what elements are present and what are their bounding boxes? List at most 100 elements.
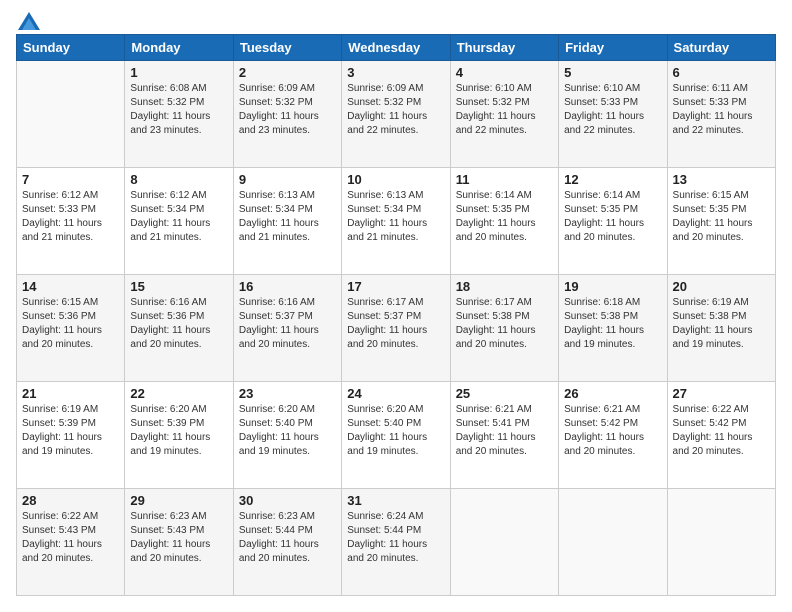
calendar-day-header: Saturday	[667, 35, 775, 61]
day-info: Sunrise: 6:08 AM Sunset: 5:32 PM Dayligh…	[130, 82, 227, 138]
day-number: 10	[347, 172, 444, 187]
calendar-day-cell: 20 Sunrise: 6:19 AM Sunset: 5:38 PM Dayli…	[667, 275, 775, 382]
calendar-day-cell	[559, 489, 667, 596]
day-info: Sunrise: 6:15 AM Sunset: 5:36 PM Dayligh…	[22, 296, 119, 352]
day-info: Sunrise: 6:19 AM Sunset: 5:38 PM Dayligh…	[673, 296, 770, 352]
calendar-day-header: Friday	[559, 35, 667, 61]
day-info: Sunrise: 6:23 AM Sunset: 5:44 PM Dayligh…	[239, 510, 336, 566]
day-info: Sunrise: 6:22 AM Sunset: 5:42 PM Dayligh…	[673, 403, 770, 459]
day-number: 24	[347, 386, 444, 401]
calendar-day-cell: 16 Sunrise: 6:16 AM Sunset: 5:37 PM Dayli…	[233, 275, 341, 382]
calendar-day-cell: 23 Sunrise: 6:20 AM Sunset: 5:40 PM Dayli…	[233, 382, 341, 489]
day-info: Sunrise: 6:20 AM Sunset: 5:40 PM Dayligh…	[347, 403, 444, 459]
calendar-day-header: Monday	[125, 35, 233, 61]
day-number: 13	[673, 172, 770, 187]
day-info: Sunrise: 6:13 AM Sunset: 5:34 PM Dayligh…	[347, 189, 444, 245]
calendar-day-cell	[667, 489, 775, 596]
day-number: 11	[456, 172, 553, 187]
calendar-day-cell: 18 Sunrise: 6:17 AM Sunset: 5:38 PM Dayli…	[450, 275, 558, 382]
calendar-day-header: Thursday	[450, 35, 558, 61]
calendar-header-row: SundayMondayTuesdayWednesdayThursdayFrid…	[17, 35, 776, 61]
calendar-day-cell: 11 Sunrise: 6:14 AM Sunset: 5:35 PM Dayli…	[450, 168, 558, 275]
calendar-day-cell: 14 Sunrise: 6:15 AM Sunset: 5:36 PM Dayli…	[17, 275, 125, 382]
calendar-day-cell: 13Sunrise: 6:15 AM Sunset: 5:35 PM Dayli…	[667, 168, 775, 275]
day-number: 30	[239, 493, 336, 508]
day-number: 16	[239, 279, 336, 294]
calendar-day-cell: 15 Sunrise: 6:16 AM Sunset: 5:36 PM Dayli…	[125, 275, 233, 382]
day-info: Sunrise: 6:12 AM Sunset: 5:33 PM Dayligh…	[22, 189, 119, 245]
calendar-day-cell: 1 Sunrise: 6:08 AM Sunset: 5:32 PM Daylig…	[125, 61, 233, 168]
day-number: 21	[22, 386, 119, 401]
day-number: 12	[564, 172, 661, 187]
calendar-day-cell: 8 Sunrise: 6:12 AM Sunset: 5:34 PM Daylig…	[125, 168, 233, 275]
day-number: 5	[564, 65, 661, 80]
day-number: 8	[130, 172, 227, 187]
calendar-day-cell: 24 Sunrise: 6:20 AM Sunset: 5:40 PM Dayli…	[342, 382, 450, 489]
logo	[16, 16, 40, 24]
day-info: Sunrise: 6:16 AM Sunset: 5:36 PM Dayligh…	[130, 296, 227, 352]
calendar-day-cell: 26 Sunrise: 6:21 AM Sunset: 5:42 PM Dayli…	[559, 382, 667, 489]
calendar-day-cell	[17, 61, 125, 168]
calendar-week-row: 28Sunrise: 6:22 AM Sunset: 5:43 PM Dayli…	[17, 489, 776, 596]
day-info: Sunrise: 6:14 AM Sunset: 5:35 PM Dayligh…	[456, 189, 553, 245]
day-info: Sunrise: 6:16 AM Sunset: 5:37 PM Dayligh…	[239, 296, 336, 352]
day-number: 2	[239, 65, 336, 80]
day-number: 18	[456, 279, 553, 294]
day-number: 26	[564, 386, 661, 401]
day-number: 9	[239, 172, 336, 187]
day-info: Sunrise: 6:22 AM Sunset: 5:43 PM Dayligh…	[22, 510, 119, 566]
calendar-day-cell: 27Sunrise: 6:22 AM Sunset: 5:42 PM Dayli…	[667, 382, 775, 489]
day-info: Sunrise: 6:10 AM Sunset: 5:33 PM Dayligh…	[564, 82, 661, 138]
logo-icon	[18, 12, 40, 30]
day-info: Sunrise: 6:17 AM Sunset: 5:38 PM Dayligh…	[456, 296, 553, 352]
day-info: Sunrise: 6:21 AM Sunset: 5:41 PM Dayligh…	[456, 403, 553, 459]
calendar-day-cell: 6 Sunrise: 6:11 AM Sunset: 5:33 PM Daylig…	[667, 61, 775, 168]
day-info: Sunrise: 6:17 AM Sunset: 5:37 PM Dayligh…	[347, 296, 444, 352]
day-info: Sunrise: 6:09 AM Sunset: 5:32 PM Dayligh…	[347, 82, 444, 138]
calendar-day-cell: 5 Sunrise: 6:10 AM Sunset: 5:33 PM Daylig…	[559, 61, 667, 168]
calendar-day-header: Sunday	[17, 35, 125, 61]
day-info: Sunrise: 6:24 AM Sunset: 5:44 PM Dayligh…	[347, 510, 444, 566]
day-number: 7	[22, 172, 119, 187]
day-number: 1	[130, 65, 227, 80]
day-number: 23	[239, 386, 336, 401]
header	[16, 16, 776, 24]
calendar-day-cell: 4Sunrise: 6:10 AM Sunset: 5:32 PM Daylig…	[450, 61, 558, 168]
calendar-day-cell: 25 Sunrise: 6:21 AM Sunset: 5:41 PM Dayli…	[450, 382, 558, 489]
day-info: Sunrise: 6:18 AM Sunset: 5:38 PM Dayligh…	[564, 296, 661, 352]
calendar-day-cell: 9Sunrise: 6:13 AM Sunset: 5:34 PM Daylig…	[233, 168, 341, 275]
day-number: 14	[22, 279, 119, 294]
calendar-week-row: 1 Sunrise: 6:08 AM Sunset: 5:32 PM Daylig…	[17, 61, 776, 168]
day-number: 29	[130, 493, 227, 508]
day-number: 6	[673, 65, 770, 80]
calendar-day-cell: 21 Sunrise: 6:19 AM Sunset: 5:39 PM Dayli…	[17, 382, 125, 489]
calendar-day-cell: 30 Sunrise: 6:23 AM Sunset: 5:44 PM Dayli…	[233, 489, 341, 596]
day-number: 3	[347, 65, 444, 80]
day-info: Sunrise: 6:12 AM Sunset: 5:34 PM Dayligh…	[130, 189, 227, 245]
calendar-day-header: Tuesday	[233, 35, 341, 61]
calendar-day-cell: 3 Sunrise: 6:09 AM Sunset: 5:32 PM Daylig…	[342, 61, 450, 168]
calendar-table: SundayMondayTuesdayWednesdayThursdayFrid…	[16, 34, 776, 596]
day-info: Sunrise: 6:11 AM Sunset: 5:33 PM Dayligh…	[673, 82, 770, 138]
day-info: Sunrise: 6:14 AM Sunset: 5:35 PM Dayligh…	[564, 189, 661, 245]
day-number: 4	[456, 65, 553, 80]
day-info: Sunrise: 6:09 AM Sunset: 5:32 PM Dayligh…	[239, 82, 336, 138]
day-number: 17	[347, 279, 444, 294]
day-info: Sunrise: 6:19 AM Sunset: 5:39 PM Dayligh…	[22, 403, 119, 459]
calendar-day-cell: 31Sunrise: 6:24 AM Sunset: 5:44 PM Dayli…	[342, 489, 450, 596]
page: SundayMondayTuesdayWednesdayThursdayFrid…	[0, 0, 792, 612]
calendar-day-cell	[450, 489, 558, 596]
day-number: 20	[673, 279, 770, 294]
calendar-day-cell: 19 Sunrise: 6:18 AM Sunset: 5:38 PM Dayli…	[559, 275, 667, 382]
day-info: Sunrise: 6:20 AM Sunset: 5:40 PM Dayligh…	[239, 403, 336, 459]
day-info: Sunrise: 6:23 AM Sunset: 5:43 PM Dayligh…	[130, 510, 227, 566]
calendar-day-cell: 28Sunrise: 6:22 AM Sunset: 5:43 PM Dayli…	[17, 489, 125, 596]
day-number: 22	[130, 386, 227, 401]
calendar-week-row: 14 Sunrise: 6:15 AM Sunset: 5:36 PM Dayli…	[17, 275, 776, 382]
day-number: 25	[456, 386, 553, 401]
calendar-day-cell: 17 Sunrise: 6:17 AM Sunset: 5:37 PM Dayli…	[342, 275, 450, 382]
day-info: Sunrise: 6:21 AM Sunset: 5:42 PM Dayligh…	[564, 403, 661, 459]
day-number: 15	[130, 279, 227, 294]
day-number: 19	[564, 279, 661, 294]
day-info: Sunrise: 6:20 AM Sunset: 5:39 PM Dayligh…	[130, 403, 227, 459]
